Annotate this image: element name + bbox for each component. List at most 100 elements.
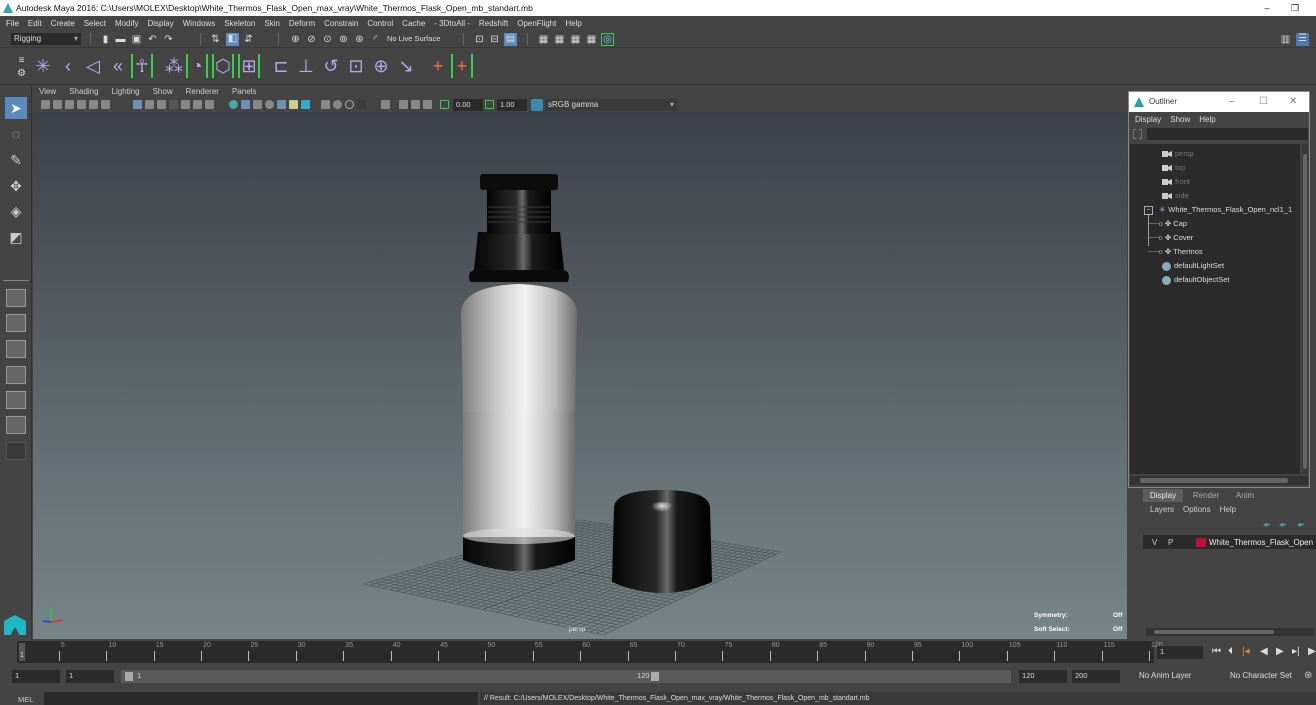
tab-display[interactable]: Display [1143, 489, 1183, 502]
construction-history-icon[interactable]: ▤ [504, 33, 517, 46]
outliner-menu-help[interactable]: Help [1199, 115, 1215, 124]
make-live-icon[interactable]: ◜ [370, 34, 381, 45]
image-plane-icon[interactable] [77, 100, 86, 109]
move-layer-down-icon[interactable]: ◂▪ [1279, 520, 1286, 529]
menu-help[interactable]: Help [565, 19, 581, 28]
maximize-button[interactable]: ☐ [1259, 92, 1268, 112]
xray-joints-icon[interactable] [411, 100, 420, 109]
list-item[interactable]: top [1162, 163, 1185, 172]
anim-layer-dropdown[interactable]: No Anim Layer [1136, 670, 1206, 683]
xray-icon[interactable] [399, 100, 408, 109]
scale-constraint-icon[interactable]: ⊡ [345, 54, 367, 78]
auto-key-icon[interactable]: ⊛ [1304, 670, 1312, 681]
redo-icon[interactable]: ↷ [163, 34, 174, 45]
select-object-icon[interactable]: ◧ [226, 33, 239, 46]
mel-label[interactable]: MEL [18, 695, 33, 704]
menu-skeleton[interactable]: Skeleton [224, 19, 255, 28]
undo-icon[interactable]: ↶ [147, 34, 158, 45]
render-settings-icon[interactable]: ▦ [586, 34, 597, 45]
go-to-end-button[interactable]: ▶ [1308, 646, 1316, 657]
hypershade-icon[interactable]: ◎ [601, 33, 614, 46]
new-scene-icon[interactable]: ▮ [100, 34, 111, 45]
viewport-menu-renderer[interactable]: Renderer [186, 87, 219, 96]
scrollbar-thumb[interactable] [1303, 154, 1307, 469]
interactive-bind-icon[interactable]: ◔ [186, 54, 208, 78]
menu-edit[interactable]: Edit [28, 19, 42, 28]
single-pane-layout-icon[interactable] [6, 289, 26, 307]
gate-mask-icon[interactable] [169, 100, 178, 109]
point-constraint-icon[interactable]: ⊥ [295, 54, 317, 78]
input-ops-icon[interactable]: ⊡ [474, 34, 485, 45]
gamma-field[interactable]: 1.00 [497, 99, 527, 111]
paint-select-icon[interactable]: ✎ [5, 149, 27, 171]
2d-pan-zoom-icon[interactable] [89, 100, 98, 109]
layer-name[interactable]: White_Thermos_Flask_Open [1209, 538, 1313, 547]
list-item[interactable]: defaultLightSet [1162, 261, 1224, 271]
exposure-field[interactable]: 0.00 [453, 99, 483, 111]
tab-render[interactable]: Render [1185, 489, 1227, 502]
gamma-icon[interactable] [485, 100, 494, 109]
list-item[interactable]: ──o ✤ Thermos [1148, 247, 1203, 256]
ik-spline-icon[interactable]: « [107, 54, 129, 78]
ambient-occlusion-icon[interactable] [321, 100, 330, 109]
grid-icon[interactable] [133, 100, 142, 109]
menu-modify[interactable]: Modify [115, 19, 139, 28]
attribute-editor-icon[interactable]: ☰ [1296, 33, 1309, 46]
command-input[interactable] [44, 692, 478, 705]
viewport-3d[interactable]: Symmetry: Off Soft Select: Off persp [33, 112, 1127, 639]
render-frame-icon[interactable]: ▦ [554, 34, 565, 45]
step-forward-key-button[interactable]: ▸| [1292, 646, 1300, 657]
snap-grid-icon[interactable]: ⊕ [290, 34, 301, 45]
viewport-menu-lighting[interactable]: Lighting [112, 87, 140, 96]
ik-handle-icon[interactable]: ◁ [82, 54, 104, 78]
tab-anim[interactable]: Anim [1229, 489, 1261, 502]
play-forwards-button[interactable]: ▶ [1276, 646, 1284, 657]
move-tool-icon[interactable]: ✥ [5, 175, 27, 197]
motion-blur-icon[interactable] [333, 100, 342, 109]
select-camera-icon[interactable] [41, 100, 50, 109]
bind-skin-icon[interactable]: ⁂ [163, 54, 185, 78]
shelf-settings-icon[interactable]: ⚙ [16, 68, 27, 79]
smooth-shade-icon[interactable] [241, 100, 250, 109]
time-slider[interactable]: 1 5 10 15 20 25 30 35 40 45 50 55 60 65 70 75 80 85 90 95 1… [0, 640, 1316, 666]
depth-of-field-icon[interactable] [357, 100, 366, 109]
color-management-icon[interactable] [531, 99, 543, 111]
list-item[interactable]: ──o ✤ Cover [1148, 233, 1193, 242]
scrollbar-thumb[interactable] [1140, 478, 1288, 483]
humanik-icon[interactable]: ☥ [131, 54, 153, 78]
snap-view-icon[interactable]: ⊚ [338, 34, 349, 45]
list-item[interactable]: front [1162, 177, 1190, 186]
outliner-vertical-scrollbar[interactable] [1302, 144, 1308, 474]
menu-select[interactable]: Select [84, 19, 106, 28]
locator-icon[interactable]: + [427, 54, 449, 78]
hypershade-layout-icon[interactable] [6, 416, 26, 434]
insert-joint-icon[interactable]: ‹ [57, 54, 79, 78]
move-layer-up-icon[interactable]: ◂▪ [1263, 520, 1270, 529]
orient-constraint-icon[interactable]: ↺ [320, 54, 342, 78]
layer-menu-layers[interactable]: Layers [1150, 505, 1174, 514]
menu-constrain[interactable]: Constrain [324, 19, 358, 28]
new-layer-icon[interactable]: ◂▪ [1297, 520, 1304, 529]
outliner-menu-display[interactable]: Display [1135, 115, 1161, 124]
range-bar[interactable]: 1 120 [121, 670, 1011, 683]
viewport-menu-show[interactable]: Show [153, 87, 173, 96]
custom-layout-icon[interactable] [6, 442, 26, 460]
current-frame-field[interactable]: 1 [1157, 646, 1203, 659]
menu-set-dropdown[interactable]: Rigging ▾ [11, 33, 81, 45]
minimize-button[interactable]: – [1229, 92, 1235, 112]
four-pane-layout-icon[interactable] [6, 314, 26, 332]
open-scene-icon[interactable]: ▬ [115, 34, 126, 45]
filter-icon[interactable] [1133, 129, 1142, 139]
color-space-dropdown[interactable]: sRGB gamma ▾ [545, 99, 677, 111]
cluster-icon[interactable]: + [451, 54, 473, 78]
menu-create[interactable]: Create [51, 19, 75, 28]
animation-start-field[interactable]: 1 [66, 670, 114, 683]
start-time-field[interactable]: 1 [12, 670, 60, 683]
character-set-dropdown[interactable]: No Character Set [1227, 670, 1297, 683]
field-chart-icon[interactable] [181, 100, 190, 109]
outliner-search-input[interactable] [1147, 128, 1308, 140]
select-tool-icon[interactable]: ➤ [5, 97, 27, 119]
play-backwards-button[interactable]: ◀ [1260, 646, 1268, 657]
select-hierarchy-icon[interactable]: ⇅ [210, 34, 221, 45]
layer-horizontal-scrollbar[interactable] [1146, 628, 1314, 636]
